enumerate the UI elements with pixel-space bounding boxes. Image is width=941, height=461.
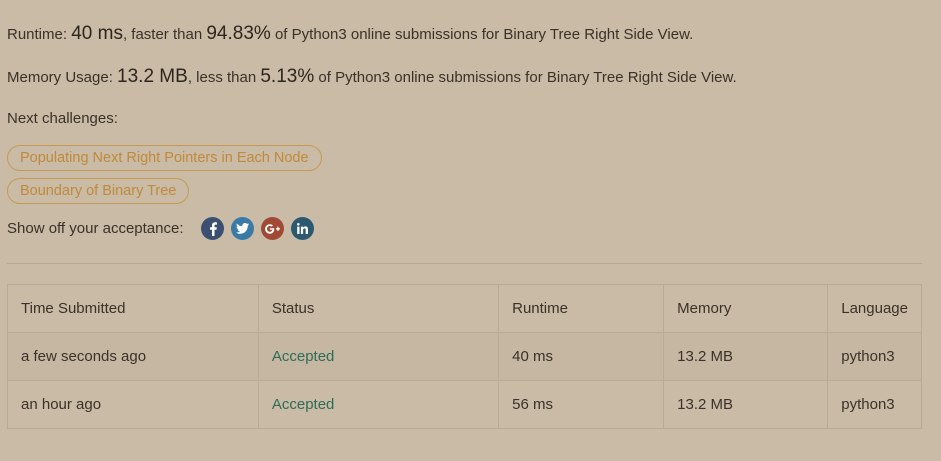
runtime-mid-text: , faster than: [122, 26, 207, 43]
column-header-memory: Memory: [663, 284, 829, 333]
runtime-value: 40 ms: [71, 23, 123, 44]
runtime-tail-text: of Python3 online submissions for Binary…: [270, 26, 694, 43]
cell-language: python3: [827, 332, 922, 381]
runtime-percentile: 94.83%: [206, 23, 271, 44]
column-header-runtime: Runtime: [498, 284, 665, 333]
google-plus-icon[interactable]: [261, 217, 284, 240]
cell-time-submitted: an hour ago: [7, 380, 259, 429]
table-row: a few seconds ago Accepted 40 ms 13.2 MB…: [7, 332, 922, 381]
memory-stat: Memory Usage: 13.2 MB, less than 5.13% o…: [7, 65, 737, 90]
cell-runtime: 40 ms: [498, 332, 665, 381]
runtime-label: Runtime:: [7, 26, 72, 43]
memory-tail-text: of Python3 online submissions for Binary…: [314, 69, 737, 86]
memory-mid-text: , less than: [187, 69, 261, 86]
facebook-icon[interactable]: [201, 217, 224, 240]
column-header-time-submitted: Time Submitted: [7, 284, 259, 333]
runtime-stat: Runtime: 40 ms, faster than 94.83% of Py…: [7, 22, 693, 47]
submissions-table: Time Submitted Status Runtime Memory Lan…: [7, 284, 922, 429]
column-header-language: Language: [827, 284, 922, 333]
table-header-row: Time Submitted Status Runtime Memory Lan…: [7, 284, 922, 333]
cell-time-submitted: a few seconds ago: [7, 332, 259, 381]
cell-status-link[interactable]: Accepted: [257, 332, 500, 381]
challenge-link-populating-next-right-pointers[interactable]: Populating Next Right Pointers in Each N…: [7, 145, 322, 171]
next-challenges-label: Next challenges:: [7, 110, 118, 127]
cell-language: python3: [827, 380, 922, 429]
memory-percentile: 5.13%: [260, 66, 315, 87]
table-row: an hour ago Accepted 56 ms 13.2 MB pytho…: [7, 380, 922, 429]
memory-label: Memory Usage:: [7, 69, 118, 86]
twitter-icon[interactable]: [231, 217, 254, 240]
cell-memory: 13.2 MB: [663, 332, 829, 381]
column-header-status: Status: [257, 284, 500, 333]
memory-value: 13.2 MB: [117, 66, 188, 87]
cell-runtime: 56 ms: [498, 380, 665, 429]
cell-status-link[interactable]: Accepted: [257, 380, 500, 429]
share-label: Show off your acceptance:: [7, 220, 184, 237]
section-divider: [7, 263, 922, 264]
linkedin-icon[interactable]: [291, 217, 314, 240]
cell-memory: 13.2 MB: [663, 380, 829, 429]
challenge-link-boundary-of-binary-tree[interactable]: Boundary of Binary Tree: [7, 178, 190, 204]
